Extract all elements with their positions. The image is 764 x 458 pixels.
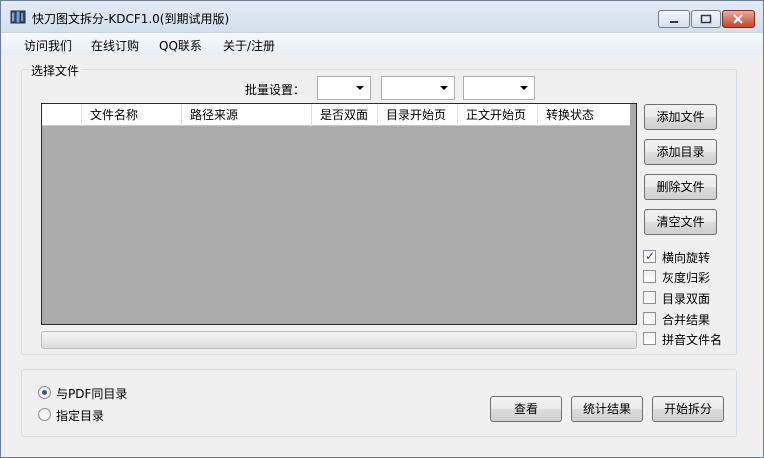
option-toc-duplex-label: 目录双面: [662, 292, 711, 306]
menu-item-visit[interactable]: 访问我们: [24, 37, 72, 54]
window-title: 快刀图文拆分-KDCF1.0(到期试用版): [32, 12, 230, 26]
file-group-label: 选择文件: [29, 62, 82, 79]
grid-right-strip: [630, 104, 636, 324]
maximize-icon: [700, 14, 712, 24]
col-header-status[interactable]: 转换状态: [538, 104, 630, 126]
radio-circle: [38, 386, 51, 399]
close-icon: [733, 14, 743, 24]
option-merge-label: 合并结果: [662, 313, 711, 327]
radio-selected-dot: [42, 390, 47, 395]
col-header-select[interactable]: [42, 104, 82, 126]
book-icon: [10, 10, 26, 24]
minimize-icon: [670, 21, 678, 23]
col-header-duplex[interactable]: 是否双面: [312, 104, 378, 126]
checkbox-box: ✓: [643, 249, 656, 263]
menu-item-order[interactable]: 在线订购: [91, 37, 139, 54]
checkbox-box: [643, 291, 656, 304]
start-split-button[interactable]: 开始拆分: [652, 396, 724, 422]
chevron-down-icon: [520, 86, 528, 90]
col-header-filename[interactable]: 文件名称: [82, 104, 182, 126]
menu-bar: 访问我们 在线订购 QQ联系 关于/注册: [1, 33, 763, 55]
checkbox-box: [643, 312, 656, 325]
batch-settings-label: 批量设置：: [245, 83, 306, 97]
app-window: 快刀图文拆分-KDCF1.0(到期试用版) 访问我们 在线订购 QQ联系 关于/…: [0, 0, 764, 458]
menu-item-qq[interactable]: QQ联系: [159, 37, 202, 54]
file-grid[interactable]: 文件名称 路径来源 是否双面 目录开始页 正文开始页 转换状态: [41, 103, 637, 325]
option-rotate-label: 横向旋转: [662, 251, 711, 265]
add-file-button[interactable]: 添加文件: [644, 104, 717, 130]
delete-file-button[interactable]: 删除文件: [644, 174, 717, 200]
progress-bar: [41, 331, 637, 349]
radio-same-dir-label: 与PDF同目录: [56, 387, 128, 401]
menu-item-about[interactable]: 关于/注册: [223, 37, 275, 54]
radio-circle: [38, 408, 51, 421]
option-grayscale-label: 灰度归彩: [662, 271, 711, 285]
option-pinyin-label: 拼音文件名: [662, 333, 723, 347]
batch-combo-3[interactable]: [463, 76, 535, 100]
checkbox-box: [643, 332, 656, 345]
chevron-down-icon: [356, 86, 364, 90]
title-bar[interactable]: 快刀图文拆分-KDCF1.0(到期试用版): [1, 1, 763, 33]
add-directory-button[interactable]: 添加目录: [644, 139, 717, 165]
grid-header: 文件名称 路径来源 是否双面 目录开始页 正文开始页 转换状态: [42, 104, 630, 126]
radio-custom-dir-label: 指定目录: [56, 409, 105, 423]
batch-combo-2[interactable]: [381, 76, 455, 100]
batch-combo-1[interactable]: [317, 76, 371, 100]
col-header-body-start[interactable]: 正文开始页: [458, 104, 538, 126]
col-header-path[interactable]: 路径来源: [182, 104, 312, 126]
checkmark-icon: ✓: [645, 249, 656, 263]
stats-button[interactable]: 统计结果: [571, 396, 643, 422]
clear-files-button[interactable]: 清空文件: [644, 209, 717, 235]
minimize-button[interactable]: [658, 10, 690, 28]
col-header-toc-start[interactable]: 目录开始页: [378, 104, 458, 126]
chevron-down-icon: [440, 86, 448, 90]
maximize-button[interactable]: [691, 10, 721, 28]
checkbox-box: [643, 270, 656, 283]
close-button[interactable]: [722, 10, 755, 28]
view-button[interactable]: 查看: [490, 396, 562, 422]
